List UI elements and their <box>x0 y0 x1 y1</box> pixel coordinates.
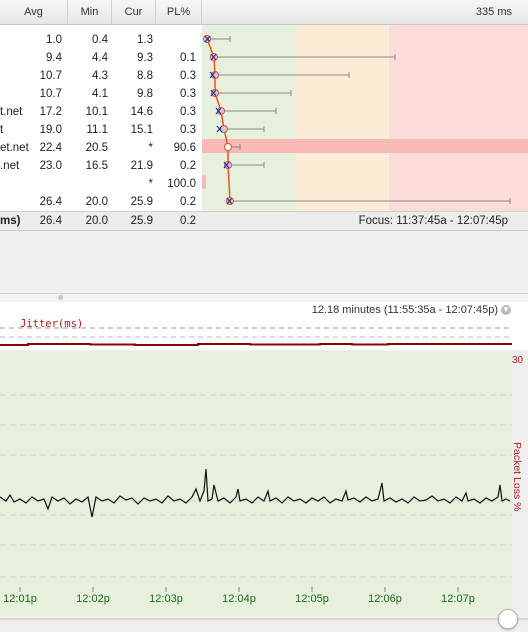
time-tick: 12:02p <box>76 593 110 605</box>
table-row[interactable]: et.net 22.4 20.5 * 90.6 <box>0 139 202 157</box>
table-row[interactable]: t 19.0 11.1 15.1 0.3 <box>0 121 202 139</box>
col-pl-header[interactable]: PL% <box>156 0 202 24</box>
time-tick: 12:01p <box>3 593 37 605</box>
packet-loss-axis-label: Packet Loss % <box>511 442 523 511</box>
zone-red <box>389 25 528 211</box>
col-min-header[interactable]: Min <box>68 0 112 24</box>
table-row[interactable]: 10.7 4.1 9.8 0.3 <box>0 85 202 103</box>
packet-loss-bar <box>202 139 528 153</box>
splitter-handle[interactable] <box>58 295 63 300</box>
summary-min: 20.0 <box>85 215 108 227</box>
table-row[interactable]: * 100.0 <box>0 175 202 193</box>
chevron-down-icon[interactable]: ▼ <box>501 305 511 315</box>
timeline-scroll-handle[interactable] <box>498 609 518 629</box>
col-avg-header[interactable]: Avg <box>0 0 68 24</box>
time-range-label[interactable]: 12.18 minutes (11:55:35a - 12:07:45p) <box>312 302 498 318</box>
zone-green <box>202 25 296 211</box>
jitter-graph <box>0 327 512 346</box>
table-row[interactable]: 1.0 0.4 1.3 <box>0 31 202 49</box>
table-row[interactable]: 9.4 4.4 9.3 0.1 <box>0 49 202 67</box>
focus-range: Focus: 11:37:45a - 12:07:45p <box>358 215 508 227</box>
summary-pl: 0.2 <box>180 215 196 227</box>
time-tick: 12:04p <box>222 593 256 605</box>
timeline-scroll-track[interactable] <box>0 618 528 620</box>
table-row[interactable]: t.net 17.2 10.1 14.6 0.3 <box>0 103 202 121</box>
time-tick: 12:05p <box>295 593 329 605</box>
jitter-panel: Jitter(ms) <box>0 318 528 350</box>
table-header: Avg Min Cur PL% 335 ms <box>0 0 528 25</box>
col-cur-header[interactable]: Cur <box>112 0 156 24</box>
latency-scale-label: 335 ms <box>475 6 512 18</box>
timeline-header: 12.18 minutes (11:55:35a - 12:07:45p) ▼ <box>0 302 528 318</box>
zone-orange <box>296 25 389 211</box>
time-tick: 12:03p <box>149 593 183 605</box>
summary-avg: 26.4 <box>39 215 62 227</box>
table-row[interactable]: .net 23.0 16.5 21.9 0.2 <box>0 157 202 175</box>
summary-cur: 25.9 <box>130 215 153 227</box>
time-tick: 12:07p <box>441 593 475 605</box>
summary-row: ms) 26.4 20.0 25.9 0.2 Focus: 11:37:45a … <box>0 211 528 231</box>
latency-graph <box>202 25 528 211</box>
table-row[interactable]: 26.4 20.0 25.9 0.2 <box>0 193 202 211</box>
packet-loss-bar <box>202 175 206 189</box>
time-tick: 12:06p <box>368 593 402 605</box>
summary-name: ms) <box>0 215 21 227</box>
latency-timeline-chart: 30 Packet Loss % 12:01p 12:02p 12:03p 12… <box>0 351 524 616</box>
table-row[interactable]: 10.7 4.3 8.8 0.3 <box>0 67 202 85</box>
axis-max-label: 30 <box>512 355 524 366</box>
